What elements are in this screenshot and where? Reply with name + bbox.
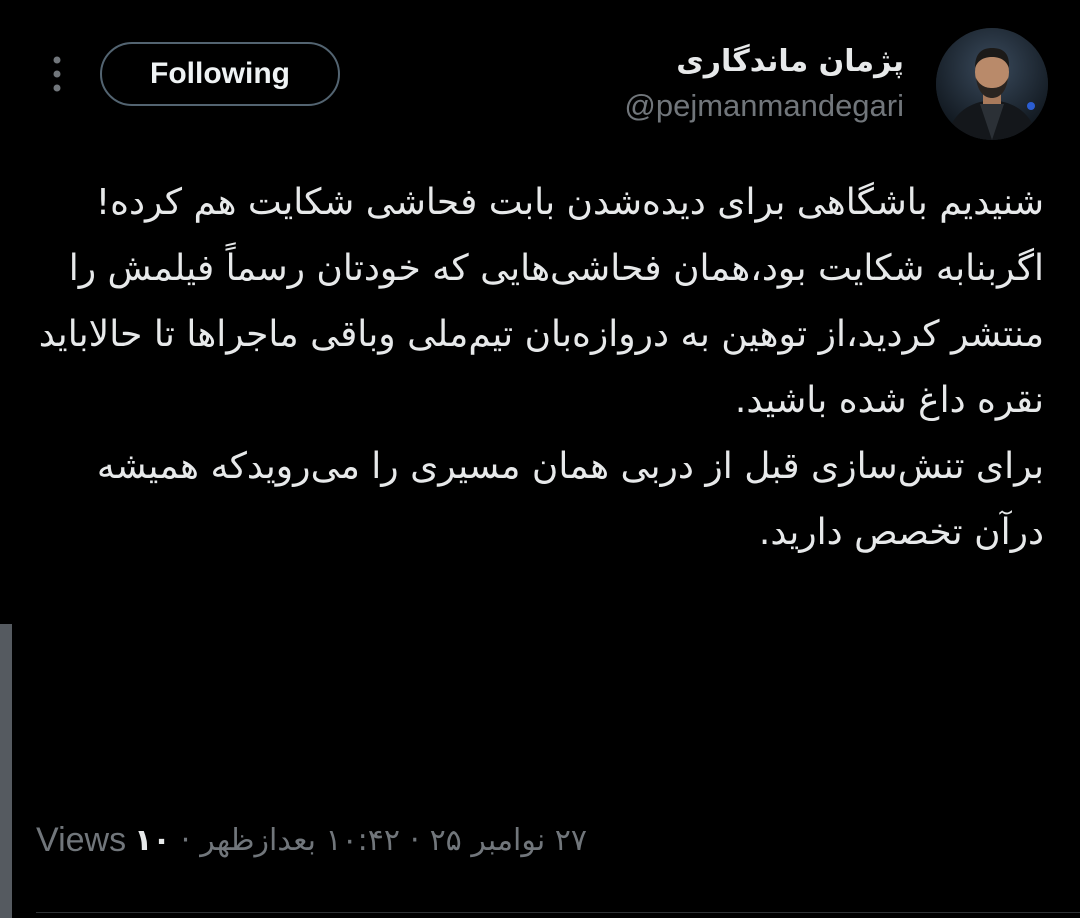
tweet-paragraph: برای تنش‌سازی قبل از دربی همان مسیری را … [96,446,1044,553]
tweet-time[interactable]: ۱۰:۴۲ بعدازظهر [200,823,400,858]
tweet-paragraph: شنیدیم باشگاهی برای دیده‌شدن بابت فحاشی … [95,182,1044,223]
more-options-button[interactable] [40,50,74,100]
tweet: Following پژمان ماندگاری @pejmanmandegar… [0,0,1080,918]
following-button[interactable]: Following [100,42,340,106]
more-vertical-icon [53,56,61,92]
separator-dot: · [180,822,191,858]
tweet-paragraph: اگربنابه شکایت بود،همان فحاشی‌هایی که خو… [38,248,1044,421]
divider [36,912,1080,913]
author-handle[interactable]: @pejmanmandegari [624,88,904,124]
author-display-name[interactable]: پژمان ماندگاری [676,44,904,79]
views-label: Views [36,820,127,859]
views-count[interactable]: ۱۰ [134,823,171,858]
separator-dot: · [410,822,420,858]
tweet-date[interactable]: ۲۷ نوامبر ۲۵ [430,823,587,858]
tweet-metadata: ۲۷ نوامبر ۲۵ · ۱۰:۴۲ بعدازظهر · ۱۰ Views [36,814,587,866]
avatar[interactable] [936,28,1048,140]
scrollbar[interactable] [0,624,12,918]
tweet-text: شنیدیم باشگاهی برای دیده‌شدن بابت فحاشی … [36,170,1044,566]
